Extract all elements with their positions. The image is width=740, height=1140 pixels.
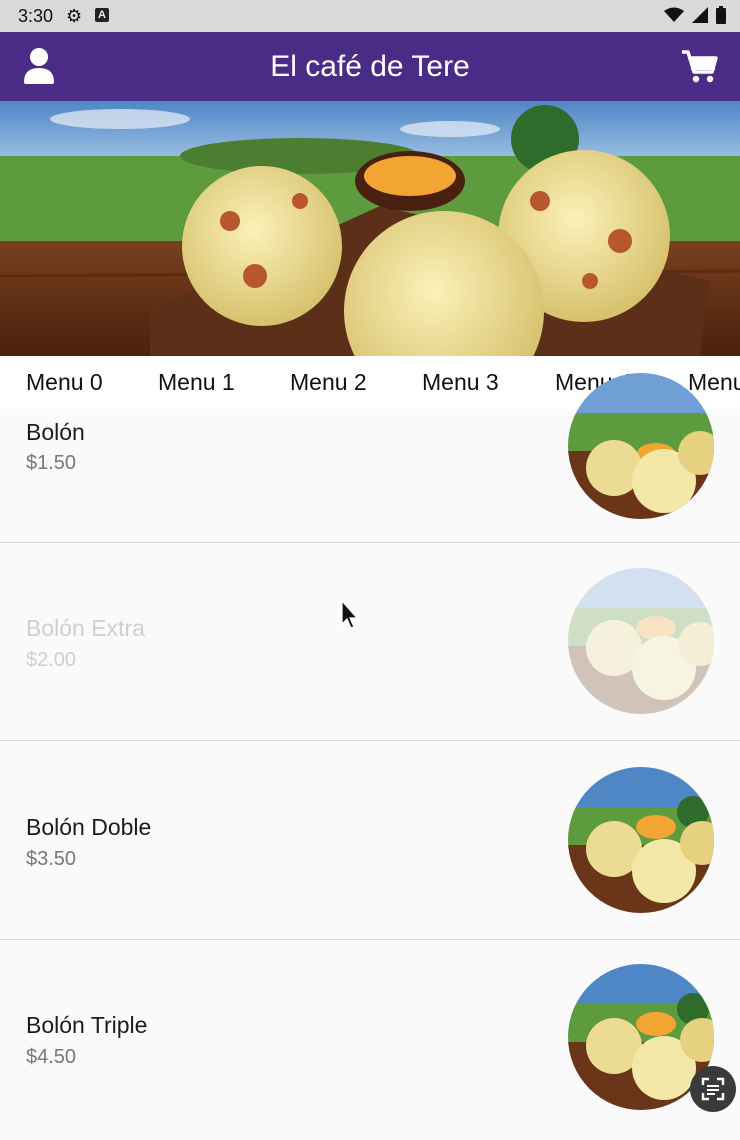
a-notification-icon: A: [95, 8, 109, 22]
cart-icon: [682, 50, 718, 83]
scan-text-icon: [701, 1077, 725, 1101]
tab-menu-1[interactable]: Menu 1: [158, 356, 235, 409]
item-name: Bolón: [26, 419, 85, 445]
item-thumbnail-image: [568, 568, 714, 714]
tab-menu-3[interactable]: Menu 3: [422, 356, 499, 409]
cart-button[interactable]: [680, 46, 720, 86]
hero-banner-image: [0, 101, 740, 356]
list-item[interactable]: Bolón Extra $2.00: [0, 543, 740, 741]
item-thumbnail-image: [568, 373, 714, 519]
list-item[interactable]: Bolón $1.50: [0, 373, 740, 543]
item-name: Bolón Extra: [26, 615, 145, 641]
item-price: $1.50: [26, 452, 77, 474]
list-item[interactable]: Bolón Triple $4.50: [0, 940, 740, 1140]
item-name: Bolón Doble: [26, 814, 152, 840]
item-name: Bolón Triple: [26, 1012, 148, 1038]
gear-icon: ⚙: [66, 6, 83, 26]
status-bar: 3:30 ⚙ A: [0, 0, 740, 32]
item-price: $2.00: [26, 649, 77, 671]
item-price: $4.50: [26, 1046, 77, 1068]
app-bar: El café de Tere: [0, 32, 740, 101]
status-time: 3:30: [18, 6, 54, 26]
scan-text-button[interactable]: [690, 1066, 736, 1112]
app-title: El café de Tere: [270, 50, 470, 83]
status-icons: [664, 6, 726, 24]
item-price: $3.50: [26, 848, 77, 870]
mouse-cursor-icon: [341, 600, 359, 629]
list-item[interactable]: Bolón Doble $3.50: [0, 741, 740, 940]
tab-menu-0[interactable]: Menu 0: [26, 356, 103, 409]
battery-icon: [716, 6, 726, 24]
signal-icon: [692, 7, 708, 23]
tab-menu-2[interactable]: Menu 2: [290, 356, 367, 409]
wifi-icon: [664, 7, 684, 22]
item-thumbnail-image: [568, 767, 714, 913]
